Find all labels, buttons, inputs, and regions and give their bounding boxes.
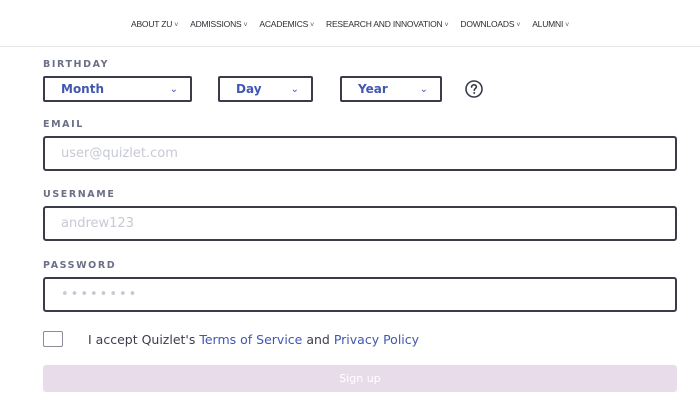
nav-item-downloads[interactable]: DOWNLOADS ˅ — [460, 19, 520, 29]
month-select-value: Month — [61, 82, 105, 96]
nav-item-label: ABOUT ZU — [130, 19, 173, 29]
chevron-down-icon: ˅ — [310, 22, 315, 29]
terms-text: I accept Quizlet's Terms of Service and … — [88, 332, 419, 347]
nav-item-about[interactable]: ABOUT ZU ˅ — [131, 19, 178, 29]
nav-item-label: ADMISSIONS — [190, 19, 242, 29]
nav-menu: ABOUT ZU ˅ ADMISSIONS ˅ ACADEMICS ˅ RESEARC… — [131, 19, 569, 29]
password-label: PASSWORD — [43, 260, 117, 271]
nav-item-admissions[interactable]: ADMISSIONS ˅ — [190, 19, 247, 29]
nav-item-academics[interactable]: ACADEMICS ˅ — [259, 19, 314, 29]
chevron-down-icon: ⌄ — [169, 83, 178, 95]
chevron-down-icon: ˅ — [243, 22, 248, 29]
username-label: USERNAME — [43, 189, 116, 200]
sign-up-button[interactable]: Sign up — [43, 365, 677, 392]
day-select-value: Day — [236, 82, 262, 96]
year-select-value: Year — [358, 82, 388, 96]
year-select[interactable]: Year ⌄ — [340, 76, 442, 102]
password-field[interactable] — [43, 277, 677, 312]
nav-item-label: RESEARCH AND INNOVATION — [326, 19, 443, 29]
privacy-policy-link[interactable]: Privacy Policy — [334, 332, 419, 347]
nav-item-alumni[interactable]: ALUMNI ˅ — [532, 19, 569, 29]
username-field[interactable] — [43, 206, 677, 241]
nav-item-label: ALUMNI — [532, 19, 564, 29]
chevron-down-icon: ˅ — [444, 22, 449, 29]
chevron-down-icon: ˅ — [565, 22, 570, 29]
terms-and: and — [302, 332, 334, 347]
nav-item-label: DOWNLOADS — [460, 19, 515, 29]
chevron-down-icon: ˅ — [516, 22, 521, 29]
question-circle-icon[interactable] — [464, 79, 484, 99]
nav-item-label: ACADEMICS — [259, 19, 309, 29]
email-label: EMAIL — [43, 119, 84, 130]
chevron-down-icon: ⌄ — [419, 83, 428, 95]
email-field[interactable] — [43, 136, 677, 171]
birthday-label: BIRTHDAY — [43, 59, 110, 70]
month-select[interactable]: Month ⌄ — [43, 76, 192, 102]
day-select[interactable]: Day ⌄ — [218, 76, 313, 102]
terms-checkbox[interactable] — [43, 331, 63, 347]
chevron-down-icon: ˅ — [174, 22, 179, 29]
chevron-down-icon: ⌄ — [290, 83, 299, 95]
terms-prefix: I accept Quizlet's — [88, 332, 200, 347]
nav-item-research[interactable]: RESEARCH AND INNOVATION ˅ — [326, 19, 449, 29]
top-navigation: ABOUT ZU ˅ ADMISSIONS ˅ ACADEMICS ˅ RESEARC… — [0, 0, 700, 47]
terms-of-service-link[interactable]: Terms of Service — [199, 332, 302, 347]
